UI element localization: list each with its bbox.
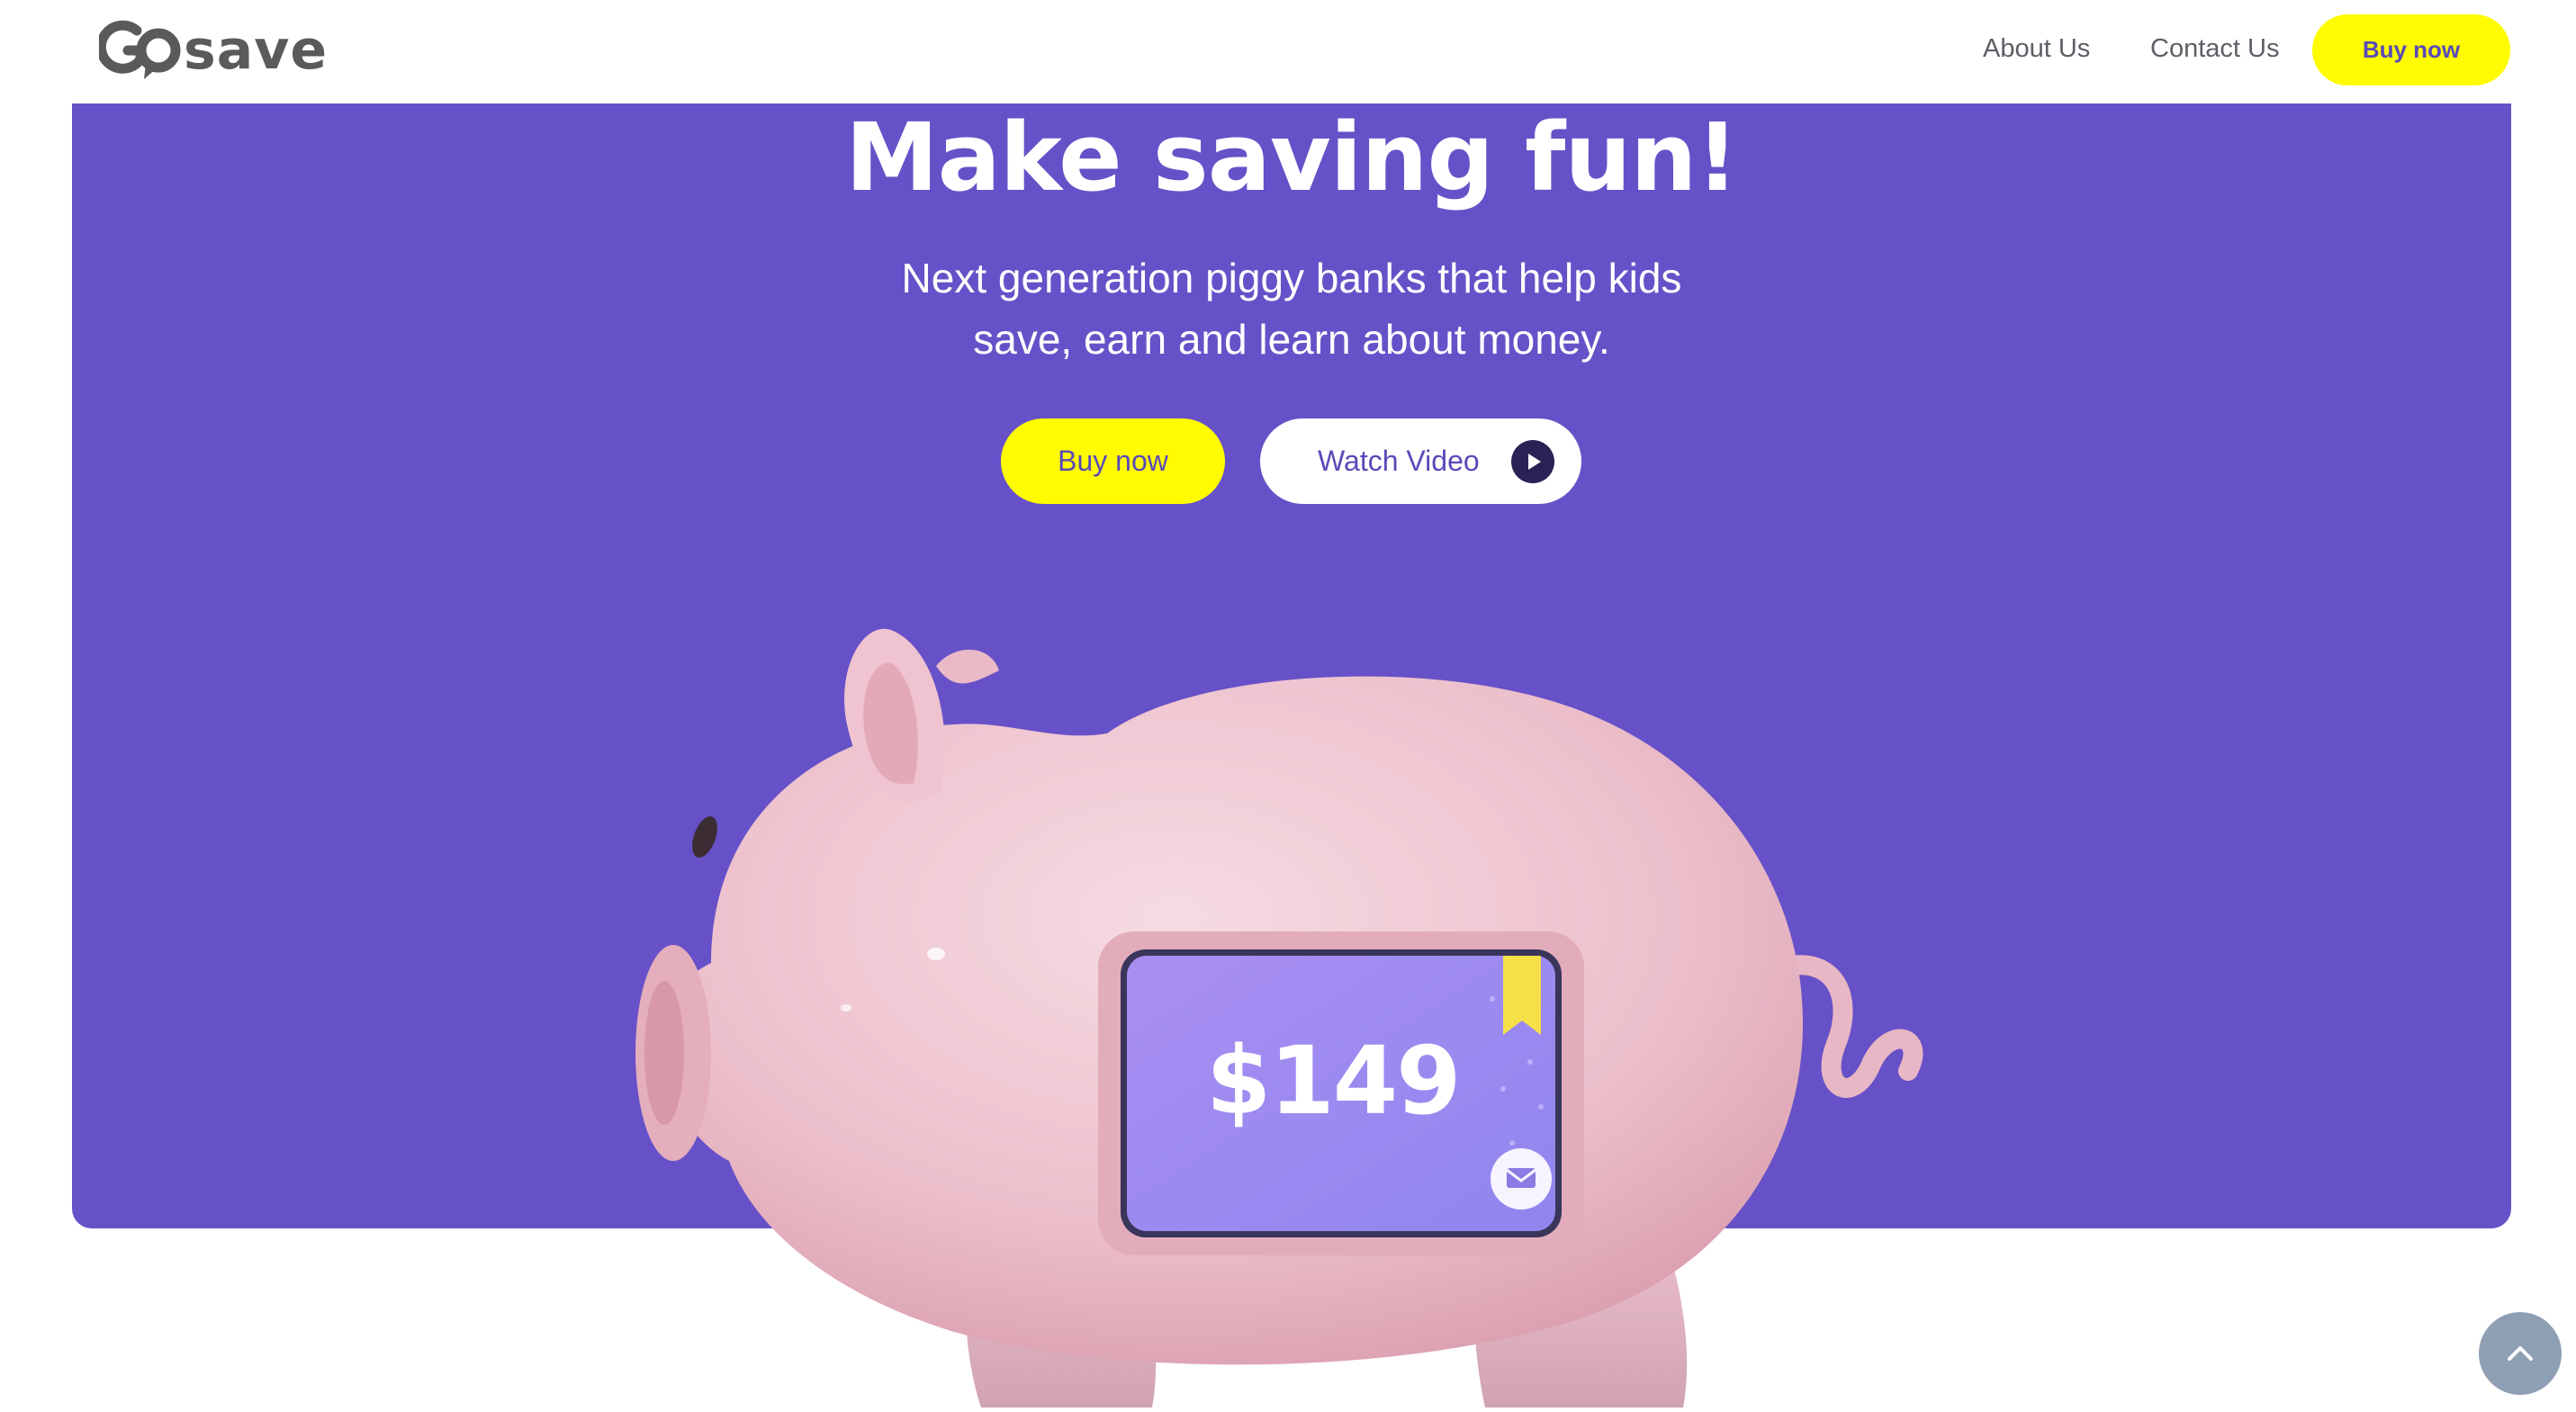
pig-screen-amount: $149 [1206, 1026, 1461, 1136]
gosave-logo[interactable]: save [99, 14, 328, 86]
hero-title: Make saving fun! [845, 103, 1739, 212]
hero-subtitle-line2: save, earn and learn about money. [973, 316, 1610, 363]
logo-text: save [184, 19, 329, 82]
logo-go-mark [99, 14, 182, 86]
hero-subtitle: Next generation piggy banks that help ki… [72, 247, 2511, 370]
logo-go-icon [99, 20, 181, 79]
nav-about-us[interactable]: About Us [1983, 34, 2090, 64]
hero-buy-now-button[interactable]: Buy now [1001, 418, 1225, 504]
site-header: save About Us Contact Us Buy now [0, 0, 2576, 103]
watch-video-label: Watch Video [1318, 445, 1480, 477]
play-icon [1511, 440, 1554, 483]
piggy-bank-image [576, 621, 1998, 1408]
hero-subtitle-line1: Next generation piggy banks that help ki… [901, 255, 1682, 301]
scroll-to-top-button[interactable] [2479, 1312, 2562, 1395]
nav-contact-us[interactable]: Contact Us [2150, 34, 2279, 64]
header-buy-now-button[interactable]: Buy now [2312, 14, 2510, 85]
watch-video-button[interactable]: Watch Video [1260, 418, 1581, 504]
chevron-up-icon [2508, 1346, 2533, 1361]
